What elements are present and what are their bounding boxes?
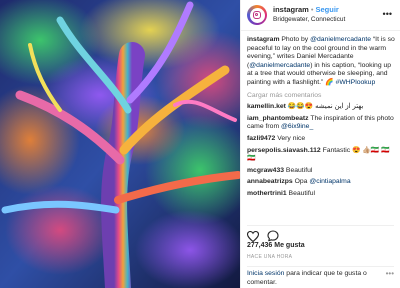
comment-username[interactable]: mcgraw433 xyxy=(247,167,284,174)
post-timestamp: HACE UNA HORA xyxy=(247,254,293,260)
post-photo[interactable] xyxy=(0,0,240,288)
comment: iam_phantombeatz The inspiration of this… xyxy=(247,115,396,132)
comment: persepolis.siavash.112 Fantastic 😍 👍🏼🇮🇷 … xyxy=(247,147,396,164)
comment-username[interactable]: iam_phantombeatz xyxy=(247,115,309,122)
load-more-comments[interactable]: Cargar más comentarios xyxy=(247,92,396,101)
post-container: instagram • Seguir Bridgewater, Connecticu… xyxy=(0,0,400,288)
caption-username[interactable]: instagram xyxy=(247,36,279,43)
header-username[interactable]: instagram xyxy=(273,5,309,14)
comment: kamellin.ket 😂😂😍 بهتر از این نمیشه xyxy=(247,103,396,112)
login-link[interactable]: Inicia sesión xyxy=(247,270,284,277)
comment: fazli9472 Very nice xyxy=(247,135,396,144)
comment-mention[interactable]: @cintiapalma xyxy=(309,178,350,185)
instagram-avatar[interactable] xyxy=(247,5,267,25)
caption: instagram Photo by @danielmercadante “It… xyxy=(247,36,396,88)
likes-count[interactable]: 277,436 Me gusta xyxy=(247,242,305,249)
header-separator: • xyxy=(310,5,314,14)
comment-username[interactable]: mothertrini1 xyxy=(247,190,287,197)
instagram-camera-icon xyxy=(253,11,261,19)
caption-hashtag[interactable]: #WHPlookup xyxy=(336,79,376,86)
comment-mention[interactable]: @6ix9ine_ xyxy=(281,123,313,130)
header-line: instagram • Seguir xyxy=(273,5,345,15)
header-info: instagram • Seguir Bridgewater, Connecticu… xyxy=(273,5,345,25)
caption-mention-2[interactable]: @danielmercadante xyxy=(249,62,310,69)
comment: mcgraw433 Beautiful xyxy=(247,167,396,176)
comment-text: 😂😂😍 بهتر از این نمیشه xyxy=(285,103,364,111)
post-header: instagram • Seguir Bridgewater, Connecticu… xyxy=(241,0,400,31)
comment-text: Very nice xyxy=(275,134,306,142)
comment-text: Opa xyxy=(292,178,310,186)
comment: annabeatrizps Opa @cintiapalma xyxy=(247,178,396,187)
comment-username[interactable]: kamellin.ket xyxy=(247,103,286,110)
tree-photo-image xyxy=(0,0,240,288)
location-link[interactable]: Bridgewater, Connecticut xyxy=(273,15,345,25)
comments-area: instagram Photo by @danielmercadante “It… xyxy=(247,36,396,202)
action-bar xyxy=(247,225,394,243)
avatar-inner xyxy=(249,7,265,23)
comment-text: Beautiful xyxy=(284,166,313,174)
comment-text: Beautiful xyxy=(286,189,315,197)
comment-username[interactable]: fazli9472 xyxy=(247,135,275,142)
caption-text-a: Photo by xyxy=(279,36,311,43)
more-options-icon[interactable]: ••• xyxy=(383,9,392,19)
comment-username[interactable]: annabeatrizps xyxy=(247,178,293,185)
comment: mothertrini1 Beautiful xyxy=(247,190,396,199)
caption-mention-1[interactable]: @danielmercadante xyxy=(310,36,371,43)
comment-icon[interactable] xyxy=(267,230,279,242)
post-more-icon[interactable]: ••• xyxy=(386,269,394,279)
post-side-panel: instagram • Seguir Bridgewater, Connecticu… xyxy=(240,0,400,288)
login-prompt: Inicia sesión para indicar que te gusta … xyxy=(247,266,394,287)
comment-username[interactable]: persepolis.siavash.112 xyxy=(247,147,321,154)
heart-icon[interactable] xyxy=(247,230,259,242)
follow-button[interactable]: Seguir xyxy=(316,5,339,14)
